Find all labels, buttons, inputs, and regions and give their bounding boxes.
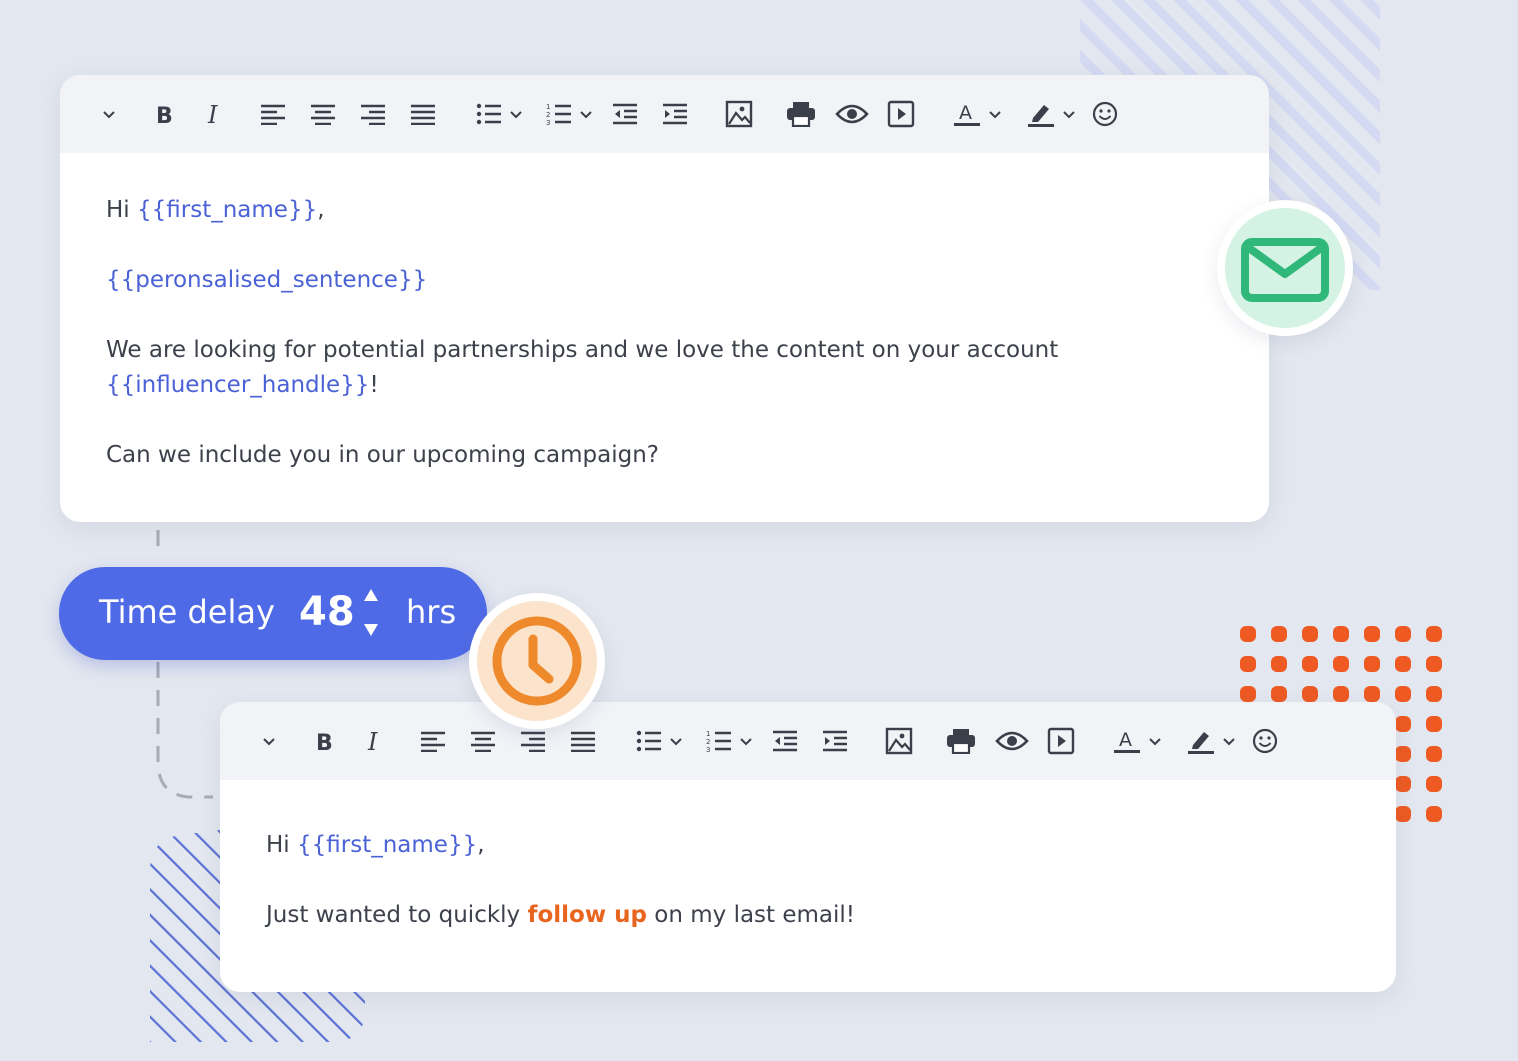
text-color-icon[interactable]: A [1112,723,1142,759]
handle-line: {{influencer_handle}}! [106,372,1223,407]
chevron-down-icon[interactable] [982,96,1008,132]
svg-text:I: I [207,102,218,126]
question-text: Can we include you in our upcoming campa… [106,442,660,468]
editor-toolbar-2: B I 123 A [220,702,1396,780]
personalised-sentence-variable: {{peronsalised_sentence}} [106,267,428,293]
text-color-icon[interactable]: A [952,96,982,132]
bold-icon[interactable]: B [310,723,340,759]
svg-text:3: 3 [546,119,550,126]
svg-text:I: I [367,729,378,753]
clock-icon [477,601,597,721]
clock-badge [469,593,605,729]
preview-eye-icon[interactable] [994,723,1030,759]
chevron-down-icon[interactable] [1142,723,1168,759]
handle-punctuation: ! [369,372,379,398]
time-delay-value[interactable]: 48 [299,589,355,635]
paragraph-text: We are looking for potential partnership… [106,337,1059,363]
email-body-1[interactable]: Hi {{first_name}}, {{peronsalised_senten… [60,153,1269,477]
time-delay-control: Time delay 48 hrs [59,567,487,660]
mail-badge [1217,200,1353,336]
bold-icon[interactable]: B [150,96,180,132]
envelope-icon [1225,208,1345,328]
greeting-text: Hi [106,197,137,223]
email-editor-2: B I 123 A Hi {{first_name}}, Just wanted… [220,702,1396,992]
emoji-icon[interactable] [1090,96,1120,132]
chevron-down-icon[interactable] [1216,723,1242,759]
numbered-list-icon[interactable]: 123 [544,96,574,132]
highlighter-icon[interactable] [1186,723,1216,759]
italic-icon[interactable]: I [200,96,230,132]
followup-text-end: on my last email! [646,902,856,928]
chevron-down-icon[interactable] [1056,96,1082,132]
increment-arrow-icon[interactable] [362,587,380,607]
influencer-handle-variable: {{influencer_handle}} [106,372,370,398]
svg-text:1: 1 [706,730,710,738]
follow-up-highlight: follow up [527,902,647,928]
decrement-arrow-icon[interactable] [362,622,380,642]
preview-eye-icon[interactable] [834,96,870,132]
media-play-icon[interactable] [1044,723,1078,759]
email-editor-1: B I 123 A Hi {{first_name}}, {{peronsali… [60,75,1269,522]
email-body-2[interactable]: Hi {{first_name}}, Just wanted to quickl… [220,780,1396,937]
align-left-icon[interactable] [416,723,450,759]
image-icon[interactable] [882,723,916,759]
print-icon[interactable] [944,723,978,759]
outdent-icon[interactable] [608,96,642,132]
outdent-icon[interactable] [768,723,802,759]
question-line: Can we include you in our upcoming campa… [106,442,1223,477]
paragraph-line: We are looking for potential partnership… [106,337,1223,372]
svg-text:1: 1 [546,103,550,111]
svg-text:A: A [959,102,972,124]
svg-text:2: 2 [706,738,710,746]
followup-text-start: Just wanted to quickly [266,902,528,928]
editor-toolbar-1: B I 123 A [60,75,1269,153]
svg-text:2: 2 [546,111,550,119]
greeting-line: Hi {{first_name}}, [106,197,1223,232]
svg-text:3: 3 [706,746,710,753]
chevron-down-icon[interactable] [504,96,528,132]
emoji-icon[interactable] [1250,723,1280,759]
svg-text:B: B [316,731,333,753]
chevron-down-icon[interactable] [574,96,598,132]
personalised-line: {{peronsalised_sentence}} [106,267,1223,302]
bullet-list-icon[interactable] [634,723,664,759]
align-left-icon[interactable] [256,96,290,132]
align-right-icon[interactable] [356,96,390,132]
chevron-down-icon[interactable] [734,723,758,759]
svg-text:A: A [1119,729,1132,751]
followup-line: Just wanted to quickly follow up on my l… [266,902,1350,937]
italic-icon[interactable]: I [360,723,390,759]
align-justify-icon[interactable] [406,96,440,132]
bullet-list-icon[interactable] [474,96,504,132]
highlighter-icon[interactable] [1026,96,1056,132]
time-delay-unit: hrs [406,593,457,631]
connector-dashed-line [156,530,213,799]
greeting-line: Hi {{first_name}}, [266,832,1350,867]
print-icon[interactable] [784,96,818,132]
svg-text:B: B [156,104,173,126]
first-name-variable: {{first_name}} [137,197,318,223]
media-play-icon[interactable] [884,96,918,132]
greeting-punctuation: , [477,832,485,858]
image-icon[interactable] [722,96,756,132]
greeting-text: Hi [266,832,297,858]
time-delay-label: Time delay [99,593,275,631]
chevron-down-icon[interactable] [254,723,284,759]
indent-icon[interactable] [818,723,852,759]
first-name-variable: {{first_name}} [297,832,478,858]
chevron-down-icon[interactable] [94,96,124,132]
indent-icon[interactable] [658,96,692,132]
numbered-list-icon[interactable]: 123 [704,723,734,759]
greeting-punctuation: , [317,197,325,223]
chevron-down-icon[interactable] [664,723,688,759]
align-center-icon[interactable] [306,96,340,132]
